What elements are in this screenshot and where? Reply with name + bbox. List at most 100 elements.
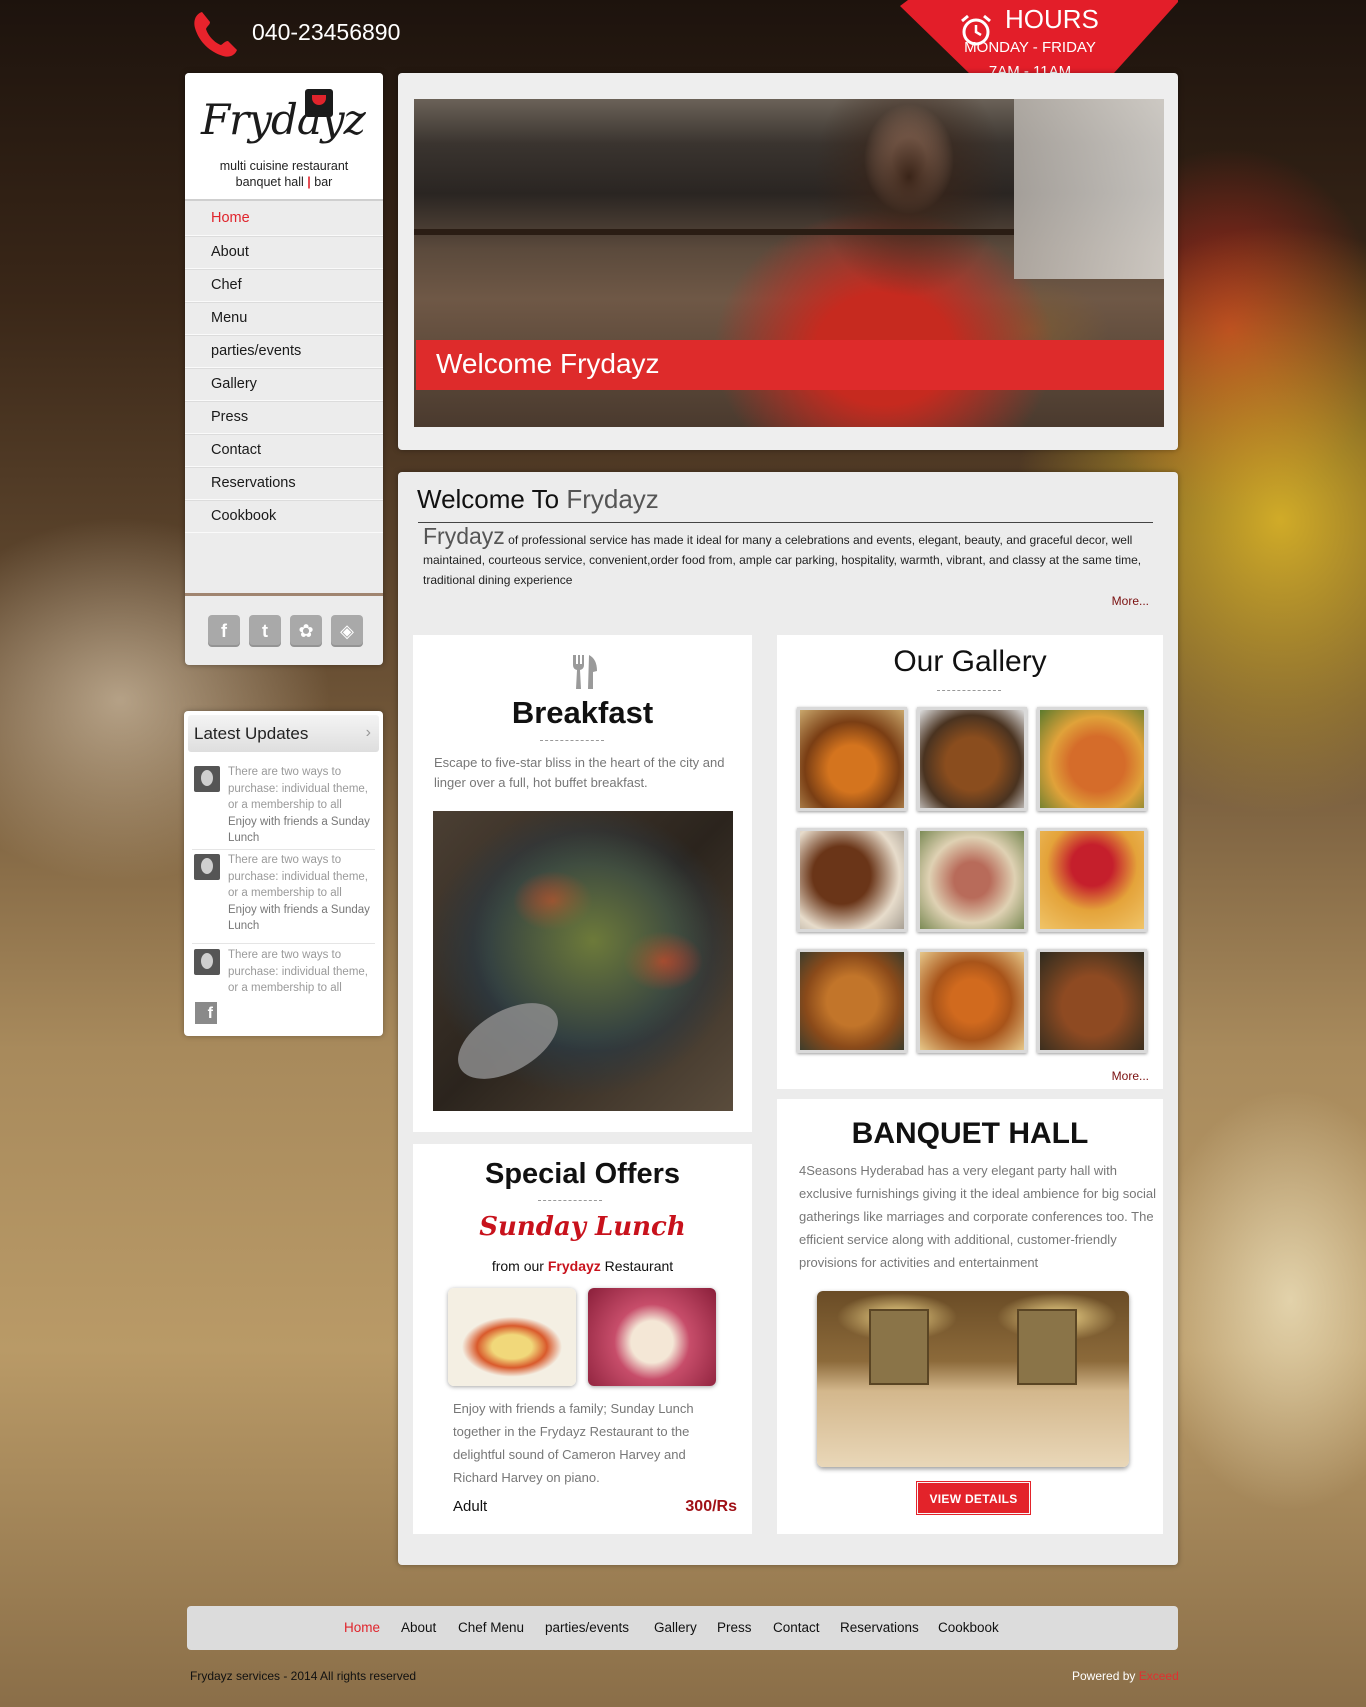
chevron-right-icon[interactable]: ›: [366, 724, 371, 742]
logo[interactable]: Frydayz multi cuisine restaurant banquet…: [185, 73, 383, 201]
gallery-thumb[interactable]: [917, 949, 1027, 1053]
sidebar-item-menu[interactable]: Menu: [185, 302, 383, 335]
phone-icon: [194, 12, 237, 57]
footer-link-reservations[interactable]: Reservations: [840, 1620, 919, 1635]
sidebar: Frydayz multi cuisine restaurant banquet…: [185, 73, 383, 665]
divider: [418, 522, 1153, 523]
gallery-more-link[interactable]: More...: [1112, 1069, 1149, 1083]
hall-panel: [1017, 1309, 1077, 1385]
offer-subtitle-prefix: from our: [491, 1258, 544, 1274]
latest-updates: Latest Updates › There are two ways to p…: [184, 711, 383, 1036]
breakfast-image: [433, 811, 733, 1111]
divider: [192, 849, 375, 850]
gallery-thumb[interactable]: [797, 707, 907, 811]
update-text: There are two ways to purchase: individu…: [228, 852, 378, 935]
footer-link-press[interactable]: Press: [717, 1620, 752, 1635]
powered-by-link[interactable]: Exceed: [1139, 1669, 1179, 1683]
update-body: There are two ways to purchase: individu…: [228, 766, 368, 811]
special-offers-card: Special Offers Sunday Lunch from our Fry…: [413, 1144, 752, 1534]
gallery-thumb[interactable]: [797, 949, 907, 1053]
updates-header[interactable]: Latest Updates ›: [188, 715, 379, 752]
sidebar-item-home[interactable]: Home: [185, 203, 383, 236]
footer-link-parties-events[interactable]: parties/events: [545, 1620, 629, 1635]
update-text: There are two ways to purchase: individu…: [228, 947, 378, 997]
welcome-title-brand: Frydayz: [566, 484, 659, 514]
welcome-title: Welcome To Frydayz: [417, 484, 659, 515]
update-body: There are two ways to purchase: individu…: [228, 854, 368, 899]
logo-tagline: multi cuisine restaurant: [219, 159, 349, 173]
fork-knife-icon: [573, 655, 597, 689]
footer-nav: Home About Chef Menu parties/events Gall…: [187, 1606, 1178, 1650]
hero-wall: [1014, 99, 1164, 279]
sidebar-item-parties-events[interactable]: parties/events: [185, 335, 383, 368]
welcome-text: Frydayz of professional service has made…: [423, 523, 1155, 590]
divider: [937, 690, 1001, 691]
update-extra: Enjoy with friends a Sunday Lunch: [228, 903, 370, 933]
gallery-card: Our Gallery More...: [777, 635, 1163, 1089]
hero-shelf: [414, 229, 1014, 235]
logo-tagline-2: banquet hall | bar: [185, 175, 383, 189]
breakfast-card: Breakfast Escape to five-star bliss in t…: [413, 635, 752, 1132]
logo-tagline-banquet: banquet hall: [235, 175, 304, 189]
offer-price: 300/Rs: [685, 1498, 737, 1515]
footer-link-cookbook[interactable]: Cookbook: [938, 1620, 999, 1635]
sidebar-divider: [185, 593, 383, 596]
sunday-lunch-title: Sunday Lunch: [479, 1212, 686, 1242]
sidebar-item-chef[interactable]: Chef: [185, 269, 383, 302]
update-item[interactable]: There are two ways to purchase: individu…: [192, 764, 378, 844]
welcome-body: of professional service has made it idea…: [423, 533, 1142, 587]
gallery-thumb[interactable]: [917, 828, 1027, 932]
footer-link-chef-menu[interactable]: Chef Menu: [458, 1620, 524, 1635]
divider: [538, 1200, 602, 1201]
gallery-thumb[interactable]: [917, 707, 1027, 811]
sidebar-item-about[interactable]: About: [185, 236, 383, 269]
banquet-hall-image: [817, 1291, 1129, 1467]
welcome-more-link[interactable]: More...: [1112, 594, 1149, 608]
facebook-icon[interactable]: f: [208, 615, 240, 647]
sidebar-item-press[interactable]: Press: [185, 401, 383, 434]
avatar: [194, 854, 220, 880]
gallery-thumb[interactable]: [797, 828, 907, 932]
offer-adult-label: Adult: [453, 1498, 488, 1515]
offer-text: Enjoy with friends a family; Sunday Lunc…: [453, 1401, 694, 1485]
offer-image-sandwich: [448, 1288, 576, 1386]
facebook-icon[interactable]: f: [195, 1002, 217, 1024]
powered-by-label: Powered by: [1072, 1669, 1136, 1683]
view-details-button[interactable]: VIEW DETAILS: [917, 1482, 1030, 1514]
footer-link-home[interactable]: Home: [344, 1620, 380, 1635]
spoon-image: [445, 987, 571, 1095]
foursquare-icon[interactable]: ◈: [331, 615, 363, 647]
gallery-thumb[interactable]: [1037, 949, 1147, 1053]
logo-name: Frydayz: [201, 95, 366, 144]
update-item[interactable]: There are two ways to purchase: individu…: [192, 852, 378, 942]
divider: [192, 943, 375, 944]
logo-tagline-bar: bar: [314, 175, 333, 189]
gallery-thumb[interactable]: [1037, 707, 1147, 811]
sidebar-item-contact[interactable]: Contact: [185, 434, 383, 467]
offer-subtitle-brand: Frydayz: [547, 1258, 601, 1274]
banquet-hall-card: BANQUET HALL 4Seasons Hyderabad has a ve…: [777, 1099, 1163, 1534]
hall-panel: [869, 1309, 929, 1385]
sidebar-item-reservations[interactable]: Reservations: [185, 467, 383, 500]
footer-link-contact[interactable]: Contact: [773, 1620, 820, 1635]
twitter-icon[interactable]: t: [249, 615, 281, 647]
update-item[interactable]: There are two ways to purchase: individu…: [192, 947, 378, 997]
gallery-title: Our Gallery: [893, 645, 1047, 678]
footer-link-gallery[interactable]: Gallery: [654, 1620, 697, 1635]
sidebar-item-cookbook[interactable]: Cookbook: [185, 500, 383, 533]
special-offers-title: Special Offers: [484, 1158, 681, 1190]
gallery-thumb[interactable]: [1037, 828, 1147, 932]
yelp-icon[interactable]: ✿: [290, 615, 322, 647]
avatar: [194, 766, 220, 792]
hero-panel: Welcome Frydayz: [398, 73, 1178, 450]
welcome-title-prefix: Welcome To: [417, 484, 560, 514]
phone-number[interactable]: 040-23456890: [252, 19, 400, 46]
main-content: Welcome To Frydayz Frydayz of profession…: [398, 472, 1178, 1565]
sidebar-item-gallery[interactable]: Gallery: [185, 368, 383, 401]
powered-by: Powered by Exceed: [1072, 1669, 1179, 1683]
welcome-brand: Frydayz: [423, 523, 505, 549]
logo-tagline-separator: |: [307, 175, 311, 189]
footer-link-about[interactable]: About: [401, 1620, 436, 1635]
copyright: Frydayz services - 2014 All rights reser…: [190, 1669, 417, 1683]
hours-title: HOURS: [1005, 4, 1099, 34]
